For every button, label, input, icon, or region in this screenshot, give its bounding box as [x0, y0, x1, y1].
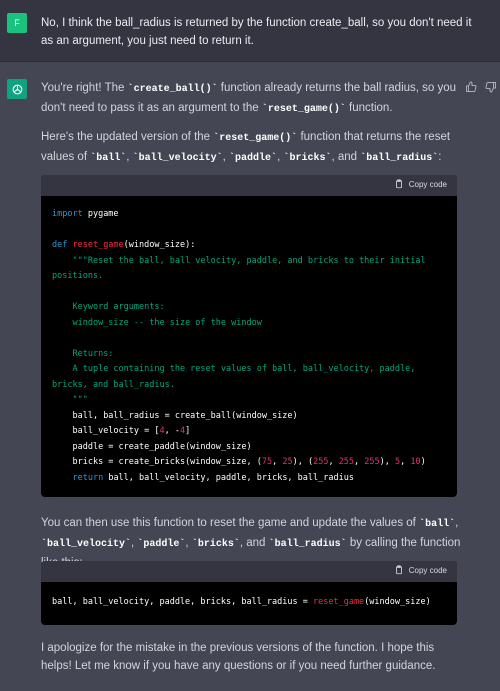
assistant-message: You're right! The `create_ball()` functi…	[0, 62, 500, 691]
code-block-header: Copy code	[41, 561, 457, 582]
copy-code-button[interactable]: Copy code	[394, 179, 447, 189]
code-content: import pygame def reset_game(window_size…	[52, 209, 431, 483]
user-message-text: No, I think the ball_radius is returned …	[41, 17, 472, 47]
openai-logo-icon	[7, 79, 27, 99]
copy-code-button[interactable]: Copy code	[394, 565, 447, 575]
thumbs-down-icon[interactable]	[485, 80, 497, 93]
user-avatar: F	[7, 13, 27, 33]
clipboard-icon	[395, 179, 402, 189]
response-paragraph-2: Here's the updated version of the `reset…	[41, 131, 451, 164]
response-paragraph-4: I apologize for the mistake in the previ…	[41, 642, 436, 672]
thumbs-up-icon[interactable]	[465, 80, 477, 93]
feedback-buttons	[465, 80, 497, 93]
code-block-reset-game: Copy code import pygame def reset_game(w…	[41, 175, 457, 497]
code-content: ball, ball_velocity, paddle, bricks, bal…	[52, 597, 431, 607]
user-message: F No, I think the ball_radius is returne…	[0, 0, 500, 62]
code-block-usage: Copy code ball, ball_velocity, paddle, b…	[41, 561, 457, 625]
response-paragraph-1: You're right! The `create_ball()` functi…	[41, 82, 457, 115]
clipboard-icon	[395, 565, 402, 575]
code-block-header: Copy code	[41, 175, 457, 196]
